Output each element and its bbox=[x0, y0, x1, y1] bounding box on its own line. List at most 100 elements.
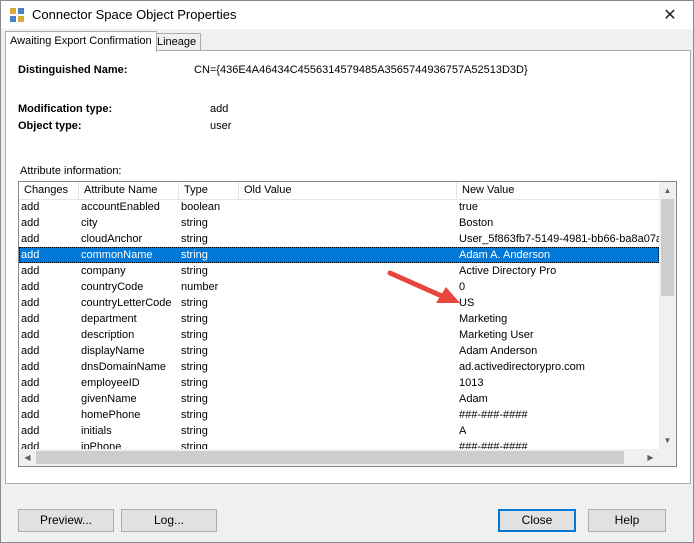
cell-changes: add bbox=[21, 249, 40, 261]
cell-attribute-name: cloudAnchor bbox=[81, 233, 143, 245]
table-row[interactable]: add countryCode number 0 bbox=[19, 279, 659, 295]
cell-attribute-name: countryLetterCode bbox=[81, 297, 172, 309]
cell-changes: add bbox=[21, 345, 40, 357]
table-row[interactable]: add cloudAnchor string User_5f863fb7-5149-4… bbox=[19, 231, 659, 247]
table-row[interactable]: add homePhone string ###-###-#### bbox=[19, 407, 659, 423]
modification-type-label: Modification type: bbox=[18, 103, 113, 115]
cell-type: boolean bbox=[181, 201, 221, 213]
cell-changes: add bbox=[21, 425, 40, 437]
cell-type: string bbox=[181, 233, 208, 245]
table-row[interactable]: add accountEnabled boolean true bbox=[19, 199, 659, 215]
cell-changes: add bbox=[21, 409, 40, 421]
cell-new-value: Active Directory Pro bbox=[459, 265, 557, 277]
cell-attribute-name: company bbox=[81, 265, 126, 277]
cell-changes: add bbox=[21, 201, 40, 213]
horizontal-scroll-thumb[interactable] bbox=[36, 451, 624, 464]
cell-changes: add bbox=[21, 377, 40, 389]
object-type-label: Object type: bbox=[18, 120, 82, 132]
cell-changes: add bbox=[21, 217, 40, 229]
attribute-information-label: Attribute information: bbox=[20, 165, 122, 177]
cell-new-value: ad.activedirectorypro.com bbox=[459, 361, 585, 373]
app-window-icon bbox=[10, 8, 24, 22]
column-header-old-value[interactable]: Old Value bbox=[239, 182, 457, 199]
horizontal-scrollbar[interactable]: ◀ ▶ bbox=[19, 449, 659, 466]
title-bar: Connector Space Object Properties ✕ bbox=[1, 1, 693, 29]
scroll-down-arrow-icon[interactable]: ▼ bbox=[659, 432, 676, 449]
cell-old-value bbox=[239, 231, 457, 247]
cell-old-value bbox=[239, 391, 457, 407]
tab-lineage[interactable]: Lineage bbox=[152, 33, 202, 51]
vertical-scrollbar[interactable]: ▲ ▼ bbox=[659, 182, 676, 449]
annotation-arrow-icon bbox=[387, 270, 460, 303]
column-header-type[interactable]: Type bbox=[179, 182, 239, 199]
cell-old-value bbox=[239, 407, 457, 423]
cell-new-value: Adam bbox=[459, 393, 488, 405]
column-header-attribute-name[interactable]: Attribute Name bbox=[79, 182, 179, 199]
cell-old-value bbox=[239, 199, 457, 215]
cell-new-value: US bbox=[459, 297, 475, 309]
cell-old-value bbox=[239, 343, 457, 359]
scroll-right-arrow-icon[interactable]: ▶ bbox=[642, 449, 659, 466]
cell-new-value: User_5f863fb7-5149-4981-bb66-ba8a07ac bbox=[459, 233, 659, 245]
cell-attribute-name: accountEnabled bbox=[81, 201, 160, 213]
cell-old-value bbox=[239, 327, 457, 343]
cell-new-value: Marketing User bbox=[459, 329, 534, 341]
cell-attribute-name: commonName bbox=[81, 249, 153, 261]
cell-type: string bbox=[181, 377, 208, 389]
close-icon: ✕ bbox=[663, 7, 677, 24]
cell-changes: add bbox=[21, 393, 40, 405]
object-type-value: user bbox=[210, 120, 232, 132]
cell-changes: add bbox=[21, 313, 40, 325]
column-header-changes[interactable]: Changes bbox=[19, 182, 79, 199]
cell-old-value bbox=[239, 375, 457, 391]
distinguished-name-value: CN={436E4A46434C4556314579485A3565744936… bbox=[194, 64, 528, 76]
cell-type: string bbox=[181, 265, 208, 277]
close-button[interactable]: Close bbox=[498, 509, 576, 532]
cell-old-value bbox=[239, 311, 457, 327]
help-button[interactable]: Help bbox=[588, 509, 666, 532]
cell-attribute-name: description bbox=[81, 329, 135, 341]
cell-attribute-name: countryCode bbox=[81, 281, 144, 293]
table-row[interactable]: add description string Marketing User bbox=[19, 327, 659, 343]
vertical-scroll-thumb[interactable] bbox=[661, 199, 674, 296]
cell-type: number bbox=[181, 281, 219, 293]
tab-awaiting-export-confirmation[interactable]: Awaiting Export Confirmation bbox=[5, 31, 157, 52]
tab-panel: Distinguished Name: CN={436E4A46434C4556… bbox=[5, 50, 691, 484]
cell-new-value: true bbox=[459, 201, 478, 213]
cell-changes: add bbox=[21, 265, 40, 277]
scroll-left-arrow-icon[interactable]: ◀ bbox=[19, 449, 36, 466]
cell-new-value: Marketing bbox=[459, 313, 508, 325]
attribute-list-view[interactable]: Changes Attribute Name Type Old Value Ne… bbox=[18, 181, 677, 467]
scroll-up-arrow-icon[interactable]: ▲ bbox=[659, 182, 676, 199]
cell-new-value: 0 bbox=[459, 281, 466, 293]
cell-new-value: ###-###-#### bbox=[459, 409, 528, 421]
cell-changes: add bbox=[21, 297, 40, 309]
table-row[interactable]: add displayName string Adam Anderson bbox=[19, 343, 659, 359]
table-row[interactable]: add dnsDomainName string ad.activedirectory… bbox=[19, 359, 659, 375]
close-window-button[interactable]: ✕ bbox=[647, 1, 693, 29]
scrollbar-corner bbox=[659, 449, 676, 466]
cell-attribute-name: givenName bbox=[81, 393, 137, 405]
cell-new-value: A bbox=[459, 425, 467, 437]
cell-type: string bbox=[181, 425, 208, 437]
table-row-selected[interactable]: add commonName string Adam A. Anderson bbox=[19, 247, 659, 263]
column-header-new-value[interactable]: New Value bbox=[457, 182, 659, 199]
table-row[interactable]: add initials string A bbox=[19, 423, 659, 439]
properties-dialog: Connector Space Object Properties ✕ Awai… bbox=[0, 0, 694, 543]
table-row[interactable]: add countryLetterCode string US bbox=[19, 295, 659, 311]
cell-old-value bbox=[239, 423, 457, 439]
preview-button[interactable]: Preview... bbox=[18, 509, 114, 532]
table-row[interactable]: add company string Active Directory Pro bbox=[19, 263, 659, 279]
cell-type: string bbox=[181, 329, 208, 341]
table-row[interactable]: add givenName string Adam bbox=[19, 391, 659, 407]
distinguished-name-label: Distinguished Name: bbox=[18, 64, 128, 76]
list-header: Changes Attribute Name Type Old Value Ne… bbox=[19, 182, 659, 200]
table-row[interactable]: add employeeID string 1013 bbox=[19, 375, 659, 391]
window-title: Connector Space Object Properties bbox=[32, 7, 237, 22]
cell-new-value: Boston bbox=[459, 217, 494, 229]
cell-old-value bbox=[239, 215, 457, 231]
log-button[interactable]: Log... bbox=[121, 509, 217, 532]
table-row[interactable]: add department string Marketing bbox=[19, 311, 659, 327]
cell-type: string bbox=[181, 297, 208, 309]
table-row[interactable]: add city string Boston bbox=[19, 215, 659, 231]
